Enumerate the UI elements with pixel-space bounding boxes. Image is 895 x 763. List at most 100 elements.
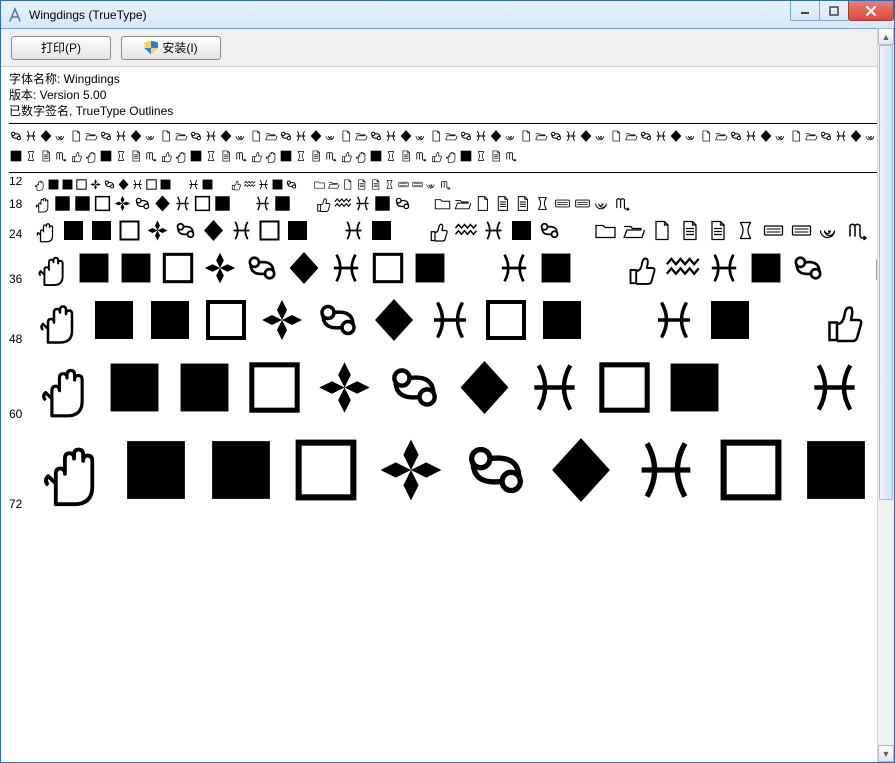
glyph: [313, 295, 363, 345]
glyph: [354, 129, 368, 143]
glyph: [187, 178, 200, 191]
glyph: [684, 129, 698, 143]
scroll-down-button[interactable]: ▼: [878, 745, 894, 762]
glyph: [145, 218, 170, 243]
glyph: [849, 129, 863, 143]
glyph: [699, 129, 713, 143]
glyph: [834, 129, 848, 143]
glyph: [117, 218, 142, 243]
glyph: [273, 194, 292, 213]
print-button-label: 打印(P): [41, 39, 81, 56]
glyph: [89, 178, 102, 191]
glyph: [73, 194, 92, 213]
glyph: [845, 218, 870, 243]
glyph: [481, 218, 506, 243]
glyph: [474, 129, 488, 143]
glyph: [215, 178, 228, 191]
glyph: [453, 249, 491, 287]
glyph: [229, 218, 254, 243]
glyph: [489, 129, 503, 143]
close-button[interactable]: [848, 1, 894, 21]
glyph: [549, 129, 563, 143]
glyph: [89, 218, 114, 243]
glyph: [413, 194, 432, 213]
glyph: [234, 129, 248, 143]
glyph: [201, 178, 214, 191]
glyph: [33, 249, 71, 287]
glyph: [93, 194, 112, 213]
glyph: [114, 149, 128, 163]
glyph: [234, 149, 248, 163]
glyph: [131, 178, 144, 191]
glyph: [523, 356, 586, 419]
glyph: [253, 194, 272, 213]
glyph: [173, 218, 198, 243]
size-label: 36: [9, 245, 33, 290]
glyph: [113, 194, 132, 213]
scroll-up-button[interactable]: ▲: [878, 28, 894, 45]
glyph: [453, 218, 478, 243]
glyph: [624, 129, 638, 143]
glyph: [159, 178, 172, 191]
glyph: [69, 149, 83, 163]
maximize-button[interactable]: [819, 1, 849, 21]
install-button[interactable]: 安装(I): [121, 36, 221, 60]
glyph: [473, 194, 492, 213]
glyph: [744, 129, 758, 143]
glyph: [453, 356, 516, 419]
glyph: [24, 149, 38, 163]
minimize-button[interactable]: [790, 1, 820, 21]
glyph: [285, 218, 310, 243]
vertical-scrollbar[interactable]: ▲ ▼: [877, 28, 894, 762]
glyph: [103, 356, 166, 419]
glyph: [411, 249, 449, 287]
glyph: [429, 149, 443, 163]
glyph: [201, 249, 239, 287]
scroll-thumb[interactable]: [879, 45, 893, 500]
glyph: [594, 129, 608, 143]
print-button[interactable]: 打印(P): [11, 36, 111, 60]
glyph: [733, 218, 758, 243]
glyph: [533, 194, 552, 213]
glyph: [129, 129, 143, 143]
glyph: [144, 149, 158, 163]
sample-row-36: 36: [9, 245, 886, 290]
glyph: [69, 129, 83, 143]
glyph: [639, 129, 653, 143]
glyph: [249, 149, 263, 163]
glyph: [564, 129, 578, 143]
glyph: [33, 295, 83, 345]
install-button-label: 安装(I): [162, 39, 197, 56]
scroll-track[interactable]: [878, 45, 894, 745]
glyph: [819, 129, 833, 143]
glyph: [789, 249, 827, 287]
glyph: [504, 149, 518, 163]
glyph: [257, 218, 282, 243]
glyph: [369, 149, 383, 163]
size-label: 18: [9, 192, 33, 215]
glyph: [458, 432, 534, 508]
glyph: [159, 129, 173, 143]
sample-row-60: 60: [9, 350, 886, 425]
glyph: [117, 249, 155, 287]
glyph: [271, 178, 284, 191]
glyph: [84, 149, 98, 163]
glyph: [257, 178, 270, 191]
glyph: [663, 356, 726, 419]
glyph: [189, 129, 203, 143]
glyph: [193, 194, 212, 213]
glyph: [713, 432, 789, 508]
glyph: [75, 178, 88, 191]
glyph: [313, 218, 338, 243]
font-file-icon: [7, 7, 23, 23]
glyph: [759, 129, 773, 143]
glyph: [393, 194, 412, 213]
glyph: [341, 178, 354, 191]
glyph: [173, 178, 186, 191]
sample-row-24: 24: [9, 215, 886, 245]
glyph: [383, 356, 446, 419]
glyph: [61, 218, 86, 243]
sample-row-72: 72: [9, 425, 886, 515]
glyph: [309, 149, 323, 163]
glyph: [33, 432, 109, 508]
